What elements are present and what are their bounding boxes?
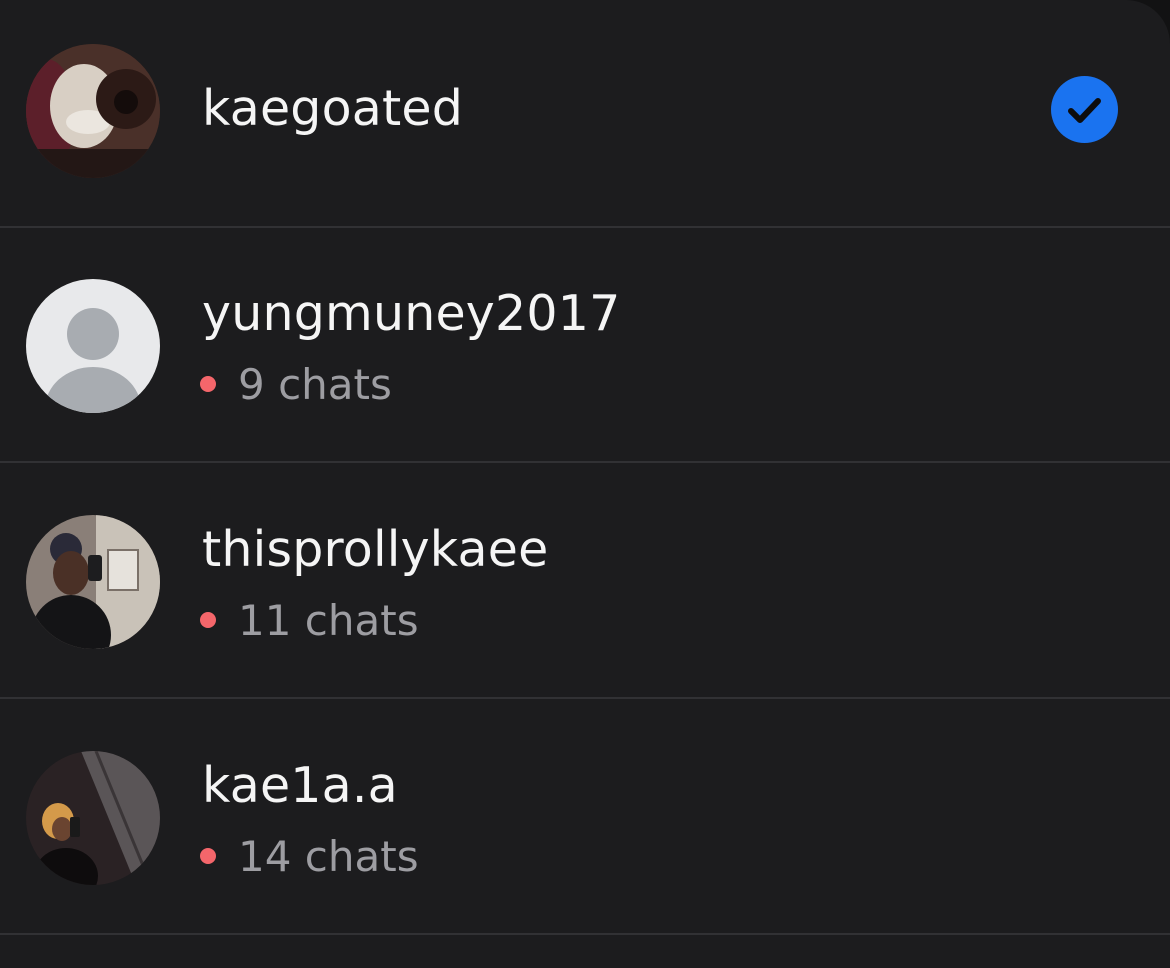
unread-chats-count: 9 chats: [238, 359, 392, 409]
account-username: thisprollykaee: [202, 521, 549, 578]
avatar: [26, 515, 160, 649]
account-row-thisprollykaee[interactable]: thisprollykaee 11 chats: [0, 465, 1170, 699]
account-row-kaegoated[interactable]: kaegoated: [0, 0, 1170, 228]
account-switcher-sheet: kaegoated yungmuney2017 9 chats thisprol…: [0, 0, 1170, 968]
account-row-kae1a.a[interactable]: kae1a.a 14 chats: [0, 701, 1170, 935]
checkmark-circle-icon: [1051, 76, 1118, 143]
unread-chats-count: 11 chats: [238, 595, 419, 645]
account-username: kaegoated: [202, 80, 464, 137]
unread-indicator: 9 chats: [200, 359, 392, 409]
account-username: kae1a.a: [202, 757, 398, 814]
unread-indicator: 14 chats: [200, 831, 419, 881]
unread-dot-icon: [200, 376, 216, 392]
default-avatar-icon: [26, 279, 160, 413]
unread-dot-icon: [200, 612, 216, 628]
unread-chats-count: 14 chats: [238, 831, 419, 881]
avatar: [26, 44, 160, 178]
unread-dot-icon: [200, 848, 216, 864]
avatar: [26, 751, 160, 885]
unread-indicator: 11 chats: [200, 595, 419, 645]
account-username: yungmuney2017: [202, 285, 621, 342]
account-row-yungmuney2017[interactable]: yungmuney2017 9 chats: [0, 229, 1170, 463]
